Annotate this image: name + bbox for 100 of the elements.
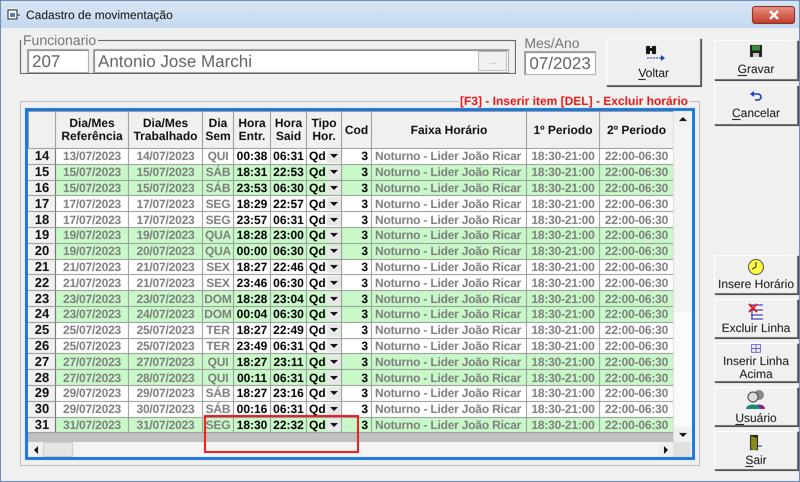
- table-cell: 21/07/2023: [128, 259, 202, 275]
- table-cell: Noturno - Lider João Ricar: [372, 385, 526, 402]
- table-cell: Qd: [306, 148, 342, 164]
- table-cell: 06:30: [270, 180, 306, 196]
- table-cell: Qd: [306, 227, 342, 244]
- scroll-down-icon[interactable]: [674, 427, 691, 442]
- table-cell: 17/07/2023: [128, 212, 202, 228]
- row-number: 19: [28, 227, 56, 244]
- table-row[interactable]: 19 19/07/2023 19/07/2023 QUA 18:28 23:00 Qd 3 Noturno - Lider João Ricar 18:30-21:00 22:00-06:30: [28, 227, 674, 244]
- table-cell: Qd: [306, 274, 342, 291]
- dropdown-icon[interactable]: [327, 308, 341, 321]
- table-cell: Noturno - Lider João Ricar: [372, 354, 526, 370]
- scroll-left-icon[interactable]: [28, 442, 43, 457]
- column-header[interactable]: Tipo Hor.: [306, 112, 342, 148]
- table-cell: 22:46: [270, 259, 306, 275]
- name-field[interactable]: Antonio Jose Marchi ...: [93, 48, 510, 72]
- table-cell: QUI: [202, 370, 234, 386]
- code-field[interactable]: 207: [27, 48, 89, 72]
- table-cell: 3: [342, 180, 372, 196]
- dropdown-icon[interactable]: [327, 386, 341, 400]
- table-row[interactable]: 28 27/07/2023 28/07/2023 QUI 00:11 06:31 Qd 3 Noturno - Lider João Ricar 18:30-21:00 22:00-06:30: [28, 370, 674, 386]
- table-row[interactable]: 25 25/07/2023 25/07/2023 TER 18:27 22:49 Qd 3 Noturno - Lider João Ricar 18:30-21:00 22:00-06:30: [28, 322, 674, 338]
- cancel-button[interactable]: Cancelar: [714, 85, 798, 125]
- table-cell: 23:00: [270, 227, 306, 244]
- table-row[interactable]: 30 29/07/2023 30/07/2023 SÁB 00:16 06:31 Qd 3 Noturno - Lider João Ricar 18:30-21:00 22:00-06:30: [28, 401, 674, 418]
- dropdown-icon[interactable]: [327, 371, 341, 384]
- column-header[interactable]: Faixa Horário: [372, 112, 526, 148]
- table-row[interactable]: 21 21/07/2023 21/07/2023 SEX 18:27 22:46 Qd 3 Noturno - Lider João Ricar 18:30-21:00 22:00-06:30: [28, 259, 674, 275]
- row-number: 29: [28, 385, 56, 402]
- table-cell: SÁB: [202, 401, 234, 418]
- undo-icon: [749, 90, 763, 102]
- dropdown-icon[interactable]: [327, 228, 341, 242]
- table-cell: 00:04: [234, 306, 270, 322]
- dropdown-icon[interactable]: [327, 260, 341, 274]
- row-number: 27: [28, 354, 56, 370]
- dropdown-icon[interactable]: [327, 244, 341, 258]
- table-cell: Noturno - Lider João Ricar: [372, 401, 526, 418]
- table-row[interactable]: 24 23/07/2023 24/07/2023 DOM 00:04 06:30 Qd 3 Noturno - Lider João Ricar 18:30-21:00 22:00-06:30: [28, 306, 674, 322]
- scroll-up-icon[interactable]: [674, 111, 691, 126]
- insert-row-button[interactable]: Inserir Linha Acima: [714, 343, 798, 382]
- table-cell: 23/07/2023: [56, 290, 128, 306]
- scrollbar-corner: [674, 442, 691, 457]
- column-header[interactable]: Hora Entr.: [234, 112, 270, 148]
- table-cell: Noturno - Lider João Ricar: [372, 227, 526, 244]
- column-header[interactable]: Dia/Mes Trabalhado: [128, 112, 202, 148]
- table-cell: 06:31: [270, 148, 306, 164]
- scroll-thumb[interactable]: [43, 442, 73, 457]
- month-year-field[interactable]: 07/2023: [524, 51, 596, 75]
- back-button[interactable]: Voltar: [606, 38, 701, 86]
- table-cell: Noturno - Lider João Ricar: [372, 322, 526, 338]
- table-row[interactable]: 16 15/07/2023 15/07/2023 SÁB 23:53 06:30 Qd 3 Noturno - Lider João Ricar 18:30-21:00 22:00-06:30: [28, 180, 674, 196]
- table-row[interactable]: 17 17/07/2023 17/07/2023 SEG 18:29 22:57 Qd 3 Noturno - Lider João Ricar 18:30-21:00 22:00-06:30: [28, 196, 674, 212]
- table-cell: 15/07/2023: [128, 180, 202, 196]
- dropdown-icon[interactable]: [327, 166, 341, 179]
- dropdown-icon[interactable]: [327, 276, 341, 290]
- dropdown-icon[interactable]: [327, 292, 341, 306]
- table-row[interactable]: 18 17/07/2023 17/07/2023 SEG 23:57 06:31 Qd 3 Noturno - Lider João Ricar 18:30-21:00 22:00-06:30: [28, 212, 674, 228]
- table-cell: SÁB: [202, 385, 234, 402]
- table-cell: 18:30-21:00: [526, 227, 600, 244]
- table-cell: 22:00-06:30: [600, 243, 674, 260]
- table-cell: 18:30-21:00: [526, 306, 600, 322]
- table-cell: Noturno - Lider João Ricar: [372, 196, 526, 212]
- table-cell: 22:57: [270, 196, 306, 212]
- dropdown-icon[interactable]: [327, 213, 341, 226]
- dropdown-icon[interactable]: [327, 150, 341, 163]
- column-header[interactable]: Dia Sem: [202, 112, 234, 148]
- column-header[interactable]: 2º Periodo: [600, 112, 674, 148]
- horizontal-scrollbar[interactable]: [28, 442, 673, 457]
- table-row[interactable]: 29 29/07/2023 29/07/2023 SÁB 18:27 23:16 Qd 3 Noturno - Lider João Ricar 18:30-21:00 22:00-06:30: [28, 385, 674, 402]
- exit-button[interactable]: Sair: [714, 431, 798, 470]
- user-button[interactable]: Usuário: [714, 387, 798, 426]
- table-row[interactable]: 14 13/07/2023 14/07/2023 QUI 00:38 06:31 Qd 3 Noturno - Lider João Ricar 18:30-21:00 22:00-06:30: [28, 148, 674, 164]
- table-cell: QUI: [202, 148, 234, 164]
- table-cell: 3: [342, 370, 372, 386]
- column-header[interactable]: Cod: [342, 112, 372, 148]
- table-cell: SEG: [202, 196, 234, 212]
- save-button[interactable]: Gravar: [714, 40, 798, 80]
- vertical-scrollbar[interactable]: [673, 111, 691, 457]
- dropdown-icon[interactable]: [327, 402, 341, 416]
- dropdown-icon[interactable]: [327, 181, 341, 194]
- insert-time-button[interactable]: Insere Horário: [714, 255, 798, 294]
- delete-row-button[interactable]: Excluir Linha: [714, 299, 798, 338]
- dropdown-icon[interactable]: [327, 418, 341, 432]
- table-cell: 3: [342, 227, 372, 244]
- dropdown-icon[interactable]: [327, 339, 341, 352]
- table-row[interactable]: 15 15/07/2023 15/07/2023 SÁB 18:31 22:53 Qd 3 Noturno - Lider João Ricar 18:30-21:00 22:00-06:30: [28, 164, 674, 180]
- table-row[interactable]: 27 27/07/2023 27/07/2023 QUI 18:27 23:11 Qd 3 Noturno - Lider João Ricar 18:30-21:00 22:00-06:30: [28, 354, 674, 370]
- column-header[interactable]: Hora Said: [270, 112, 306, 148]
- table-row[interactable]: 31 31/07/2023 31/07/2023 SEG 18:30 22:32 Qd 3 Noturno - Lider João Ricar 18:30-21:00 22:00-06:30: [28, 417, 674, 433]
- dropdown-icon[interactable]: [327, 355, 341, 368]
- table-row[interactable]: 20 19/07/2023 20/07/2023 QUA 00:00 06:30 Qd 3 Noturno - Lider João Ricar 18:30-21:00 22:00-06:30: [28, 243, 674, 260]
- column-header[interactable]: 1º Periodo: [526, 112, 600, 148]
- table-row[interactable]: 23 23/07/2023 23/07/2023 DOM 18:28 23:04 Qd 3 Noturno - Lider João Ricar 18:30-21:00 22:00-06:30: [28, 290, 674, 306]
- close-button[interactable]: [752, 6, 795, 24]
- table-cell: SEG: [202, 212, 234, 228]
- scroll-right-icon[interactable]: [658, 442, 673, 457]
- dropdown-icon[interactable]: [327, 324, 341, 337]
- table-cell: 18:30-21:00: [526, 401, 600, 418]
- dropdown-icon[interactable]: [327, 197, 341, 210]
- column-header[interactable]: Dia/Mes Referência: [56, 112, 128, 148]
